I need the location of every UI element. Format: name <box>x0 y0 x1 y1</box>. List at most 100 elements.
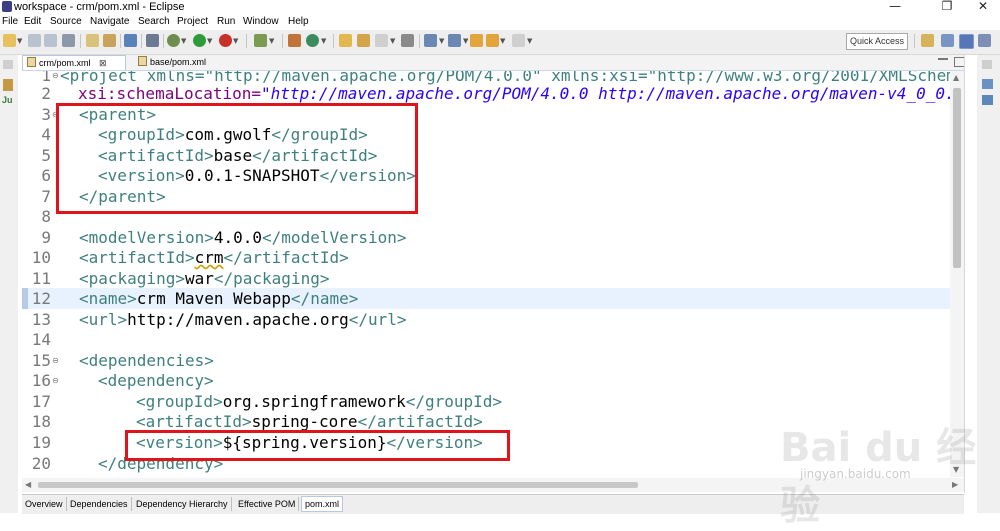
window-title: workspace - crm/pom.xml - Eclipse <box>14 1 185 13</box>
menu-source[interactable]: Source <box>50 14 82 30</box>
tab-dependency-hierarchy[interactable]: Dependency Hierarchy <box>133 497 232 511</box>
line-number: 15 <box>31 351 51 370</box>
toolbar-separator <box>80 34 81 48</box>
run-icon[interactable] <box>193 34 206 47</box>
maximize-button[interactable]: ❐ <box>932 0 962 14</box>
java-ee-perspective-icon[interactable] <box>941 34 954 47</box>
skip-breakpoints-icon[interactable] <box>146 34 159 47</box>
tab-close-icon[interactable]: ⊠ <box>99 58 107 68</box>
previous-annotation-icon[interactable] <box>448 34 461 47</box>
line-number: 16 <box>31 371 51 390</box>
scroll-up-icon[interactable]: ▲ <box>953 73 959 82</box>
tab-overview[interactable]: Overview <box>22 497 67 511</box>
new-class-dropdown-icon[interactable]: ▼ <box>321 37 326 45</box>
line-number: 7 <box>41 187 51 206</box>
console-icon[interactable] <box>124 34 137 47</box>
back-dropdown-icon[interactable]: ▼ <box>500 37 505 45</box>
left-trim-bar: Ju <box>0 55 18 513</box>
forward-dropdown-icon[interactable]: ▼ <box>527 37 532 45</box>
line-number: 19 <box>31 433 51 452</box>
forward-icon[interactable] <box>512 34 525 47</box>
tab-crm-pom[interactable]: crm/pom.xml ⊠ <box>22 55 126 70</box>
toolbar-separator <box>282 34 283 48</box>
junit-icon[interactable]: Ju <box>2 95 13 105</box>
horizontal-scroll-thumb[interactable] <box>38 482 638 488</box>
new-package-icon[interactable] <box>288 34 301 47</box>
baidu-watermark-url: jingyan.baidu.com <box>800 467 911 481</box>
tab-effective-pom[interactable]: Effective POM <box>235 497 300 511</box>
java-perspective-icon[interactable] <box>959 34 974 49</box>
minimize-editor-icon[interactable] <box>938 58 948 63</box>
vertical-scroll-thumb[interactable] <box>953 88 961 268</box>
run-dropdown-icon[interactable]: ▼ <box>207 37 212 45</box>
last-edit-location-icon[interactable] <box>470 34 483 47</box>
external-tools-dropdown-icon[interactable]: ▼ <box>233 37 238 45</box>
current-code-line: 12 <name>crm Maven Webapp</name> <box>22 288 950 309</box>
new-java-dropdown-icon[interactable]: ▼ <box>269 37 274 45</box>
back-icon[interactable] <box>486 34 499 47</box>
debug-dropdown-icon[interactable]: ▼ <box>181 37 186 45</box>
toolbar-separator <box>419 34 420 48</box>
open-perspective-icon[interactable] <box>921 34 934 47</box>
fold-icon[interactable]: ⊖ <box>52 356 59 365</box>
line-number: 14 <box>31 330 51 349</box>
quick-access-input[interactable]: Quick Access <box>846 33 908 50</box>
search-icon[interactable] <box>375 34 388 47</box>
line-number: 13 <box>31 310 51 329</box>
task-list-icon[interactable] <box>982 79 993 89</box>
menu-project[interactable]: Project <box>177 14 208 30</box>
debug-perspective-icon[interactable] <box>978 34 991 47</box>
save-all-icon[interactable] <box>44 34 57 47</box>
toolbar-separator <box>141 34 142 48</box>
minimize-button[interactable]: — <box>880 0 910 14</box>
open-task-icon[interactable] <box>357 34 370 47</box>
open-folder-icon[interactable] <box>339 34 352 47</box>
fold-icon[interactable]: ⊖ <box>52 376 59 385</box>
next-annotation-icon[interactable] <box>424 34 437 47</box>
new-class-icon[interactable] <box>306 34 319 47</box>
open-type-icon[interactable] <box>86 34 99 47</box>
new-java-project-icon[interactable] <box>254 34 267 47</box>
title-bar: workspace - crm/pom.xml - Eclipse — ❐ ✕ <box>0 0 1000 14</box>
menu-edit[interactable]: Edit <box>24 14 41 30</box>
outline-icon[interactable] <box>982 95 993 105</box>
toggle-mark-occurrences-icon[interactable] <box>401 34 414 47</box>
line-number: 20 <box>31 454 51 473</box>
toolbar-separator <box>120 34 121 48</box>
fold-icon[interactable]: ⊖ <box>52 71 59 80</box>
save-icon[interactable] <box>28 34 41 47</box>
previous-annotation-dropdown-icon[interactable]: ▼ <box>463 37 468 45</box>
debug-icon[interactable] <box>167 34 180 47</box>
tab-label: base/pom.xml <box>150 57 207 67</box>
scroll-left-icon[interactable]: ◀ <box>25 480 31 489</box>
new-icon[interactable] <box>3 34 16 47</box>
code-line: 16 ⊖ <dependency> <box>22 370 950 391</box>
tab-base-pom[interactable]: base/pom.xml <box>134 55 234 70</box>
package-explorer-icon[interactable] <box>3 79 13 91</box>
attribute-value: "http://maven.apache.org/POM/4.0.0 http:… <box>261 84 950 103</box>
restore-icon[interactable] <box>3 60 13 69</box>
close-button[interactable]: ✕ <box>968 0 998 14</box>
parent-highlight-box <box>56 103 418 214</box>
restore-icon[interactable] <box>982 60 992 69</box>
menu-file[interactable]: File <box>2 14 18 30</box>
tab-dependencies[interactable]: Dependencies <box>67 497 132 511</box>
menu-navigate[interactable]: Navigate <box>90 14 129 30</box>
new-dropdown-icon[interactable]: ▼ <box>17 37 22 45</box>
code-line: 15 ⊖ <dependencies> <box>22 350 950 371</box>
menu-run[interactable]: Run <box>217 14 235 30</box>
line-number: 2 <box>41 84 51 103</box>
menu-window[interactable]: Window <box>243 14 279 30</box>
search-dropdown-icon[interactable]: ▼ <box>390 37 395 45</box>
next-annotation-dropdown-icon[interactable]: ▼ <box>439 37 444 45</box>
menu-help[interactable]: Help <box>288 14 309 30</box>
xml-file-icon <box>27 57 36 67</box>
print-icon[interactable] <box>62 34 75 47</box>
code-line: 17 <groupId>org.springframework</groupId… <box>22 391 950 412</box>
menu-search[interactable]: Search <box>138 14 170 30</box>
tab-pom-xml[interactable]: pom.xml <box>301 496 344 512</box>
external-tools-icon[interactable] <box>219 34 232 47</box>
editor-tab-bar: crm/pom.xml ⊠ base/pom.xml <box>22 55 972 71</box>
open-resource-icon[interactable] <box>103 34 116 47</box>
line-number: 3 <box>41 105 51 124</box>
